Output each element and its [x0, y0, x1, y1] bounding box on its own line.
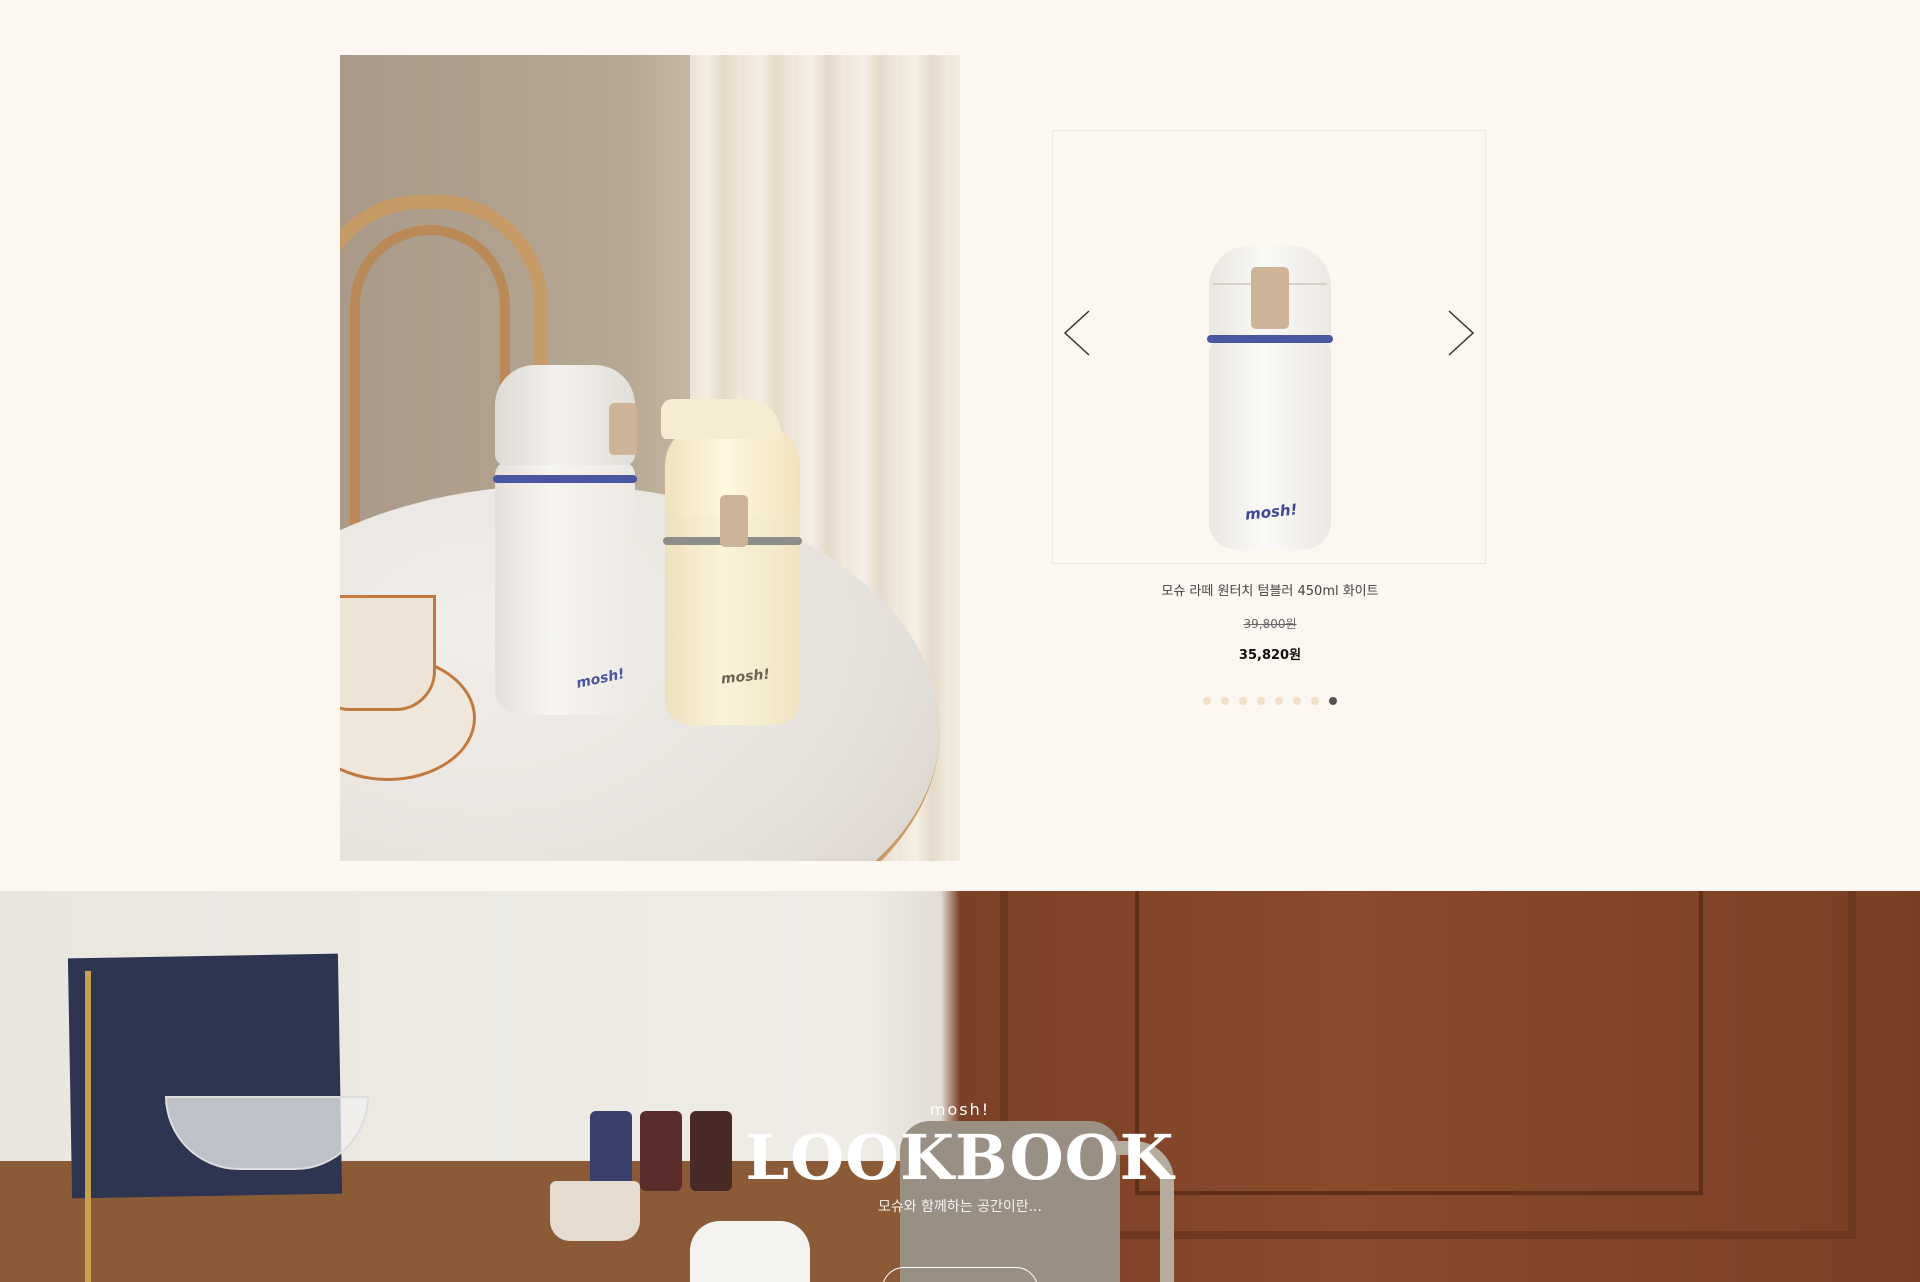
- lookbook-more-button[interactable]: [882, 1267, 1038, 1282]
- lookbook-banner[interactable]: mosh! LOOKBOOK 모슈와 함께하는 공간이란...: [0, 891, 1920, 1282]
- pagination-dot[interactable]: [1221, 697, 1229, 705]
- product-name[interactable]: 모슈 라떼 원터치 텀블러 450ml 화이트: [1052, 580, 1488, 599]
- product-image[interactable]: mosh!: [1207, 245, 1333, 549]
- original-price: 39,800원: [1243, 617, 1297, 631]
- pagination-dot[interactable]: [1257, 697, 1265, 705]
- lookbook-title: LOOKBOOK: [745, 1121, 1175, 1194]
- product-section: mosh! mosh! mosh! 모슈 라떼 원터치 텀블러 450ml 화이…: [0, 0, 1920, 891]
- chair-back-inner: [350, 225, 510, 535]
- pagination-dot[interactable]: [1293, 697, 1301, 705]
- product-slider: mosh! 모슈 라떼 원터치 텀블러 450ml 화이트 39,800원 35…: [1052, 130, 1488, 705]
- lookbook-subtitle: 모슈와 함께하는 공간이란...: [878, 1199, 1042, 1215]
- product-image-frame[interactable]: mosh!: [1052, 130, 1486, 564]
- white-cup: [690, 1221, 810, 1282]
- coffee-cup: [340, 595, 436, 711]
- chevron-right-icon[interactable]: [1445, 307, 1477, 359]
- slider-pagination: [1052, 697, 1488, 705]
- cream-tumbler: mosh!: [661, 399, 802, 725]
- pagination-dot[interactable]: [1275, 697, 1283, 705]
- pagination-dot[interactable]: [1203, 697, 1211, 705]
- white-tumbler: mosh!: [493, 365, 637, 715]
- pagination-dot[interactable]: [1311, 697, 1319, 705]
- lifestyle-photo: mosh! mosh!: [340, 55, 960, 861]
- pagination-dot[interactable]: [1239, 697, 1247, 705]
- chevron-left-icon[interactable]: [1061, 307, 1093, 359]
- sale-price: 35,820원: [1238, 648, 1302, 663]
- pagination-dot[interactable]: [1329, 697, 1337, 705]
- lookbook-brand: mosh!: [929, 1100, 991, 1119]
